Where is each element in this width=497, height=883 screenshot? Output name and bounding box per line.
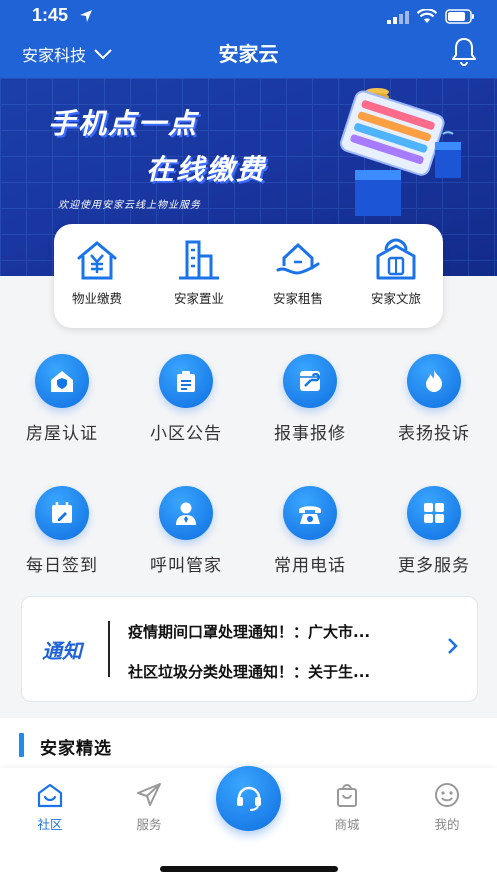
tab-community[interactable]: 社区: [10, 782, 90, 833]
service-more[interactable]: 更多服务: [372, 486, 496, 576]
flame-icon: [407, 354, 461, 408]
tab-label: 服务: [136, 817, 162, 832]
tab-label: 社区: [37, 817, 63, 832]
notification-bell-icon[interactable]: [451, 36, 477, 70]
service-label: 房屋认证: [26, 424, 98, 444]
house-yuan-icon: [52, 238, 142, 282]
tab-service[interactable]: 服务: [109, 782, 189, 833]
top-nav-bar: 安家科技 安家云: [0, 34, 497, 78]
quick-action-label: 安家租售: [272, 291, 323, 306]
service-daily-checkin[interactable]: 每日签到: [0, 486, 124, 576]
service-label: 报事报修: [274, 424, 346, 444]
quick-action-culture-travel[interactable]: 安家文旅: [351, 238, 441, 307]
quick-action-label: 安家置业: [173, 291, 224, 306]
service-praise-complaint[interactable]: 表扬投诉: [372, 354, 496, 444]
service-call-butler[interactable]: 呼叫管家: [124, 486, 248, 576]
service-label: 表扬投诉: [398, 424, 470, 444]
notice-item[interactable]: 疫情期间口罩处理通知！：广大市...: [128, 621, 370, 642]
status-time: 1:45: [32, 5, 69, 25]
butler-icon: [159, 486, 213, 540]
house-hand-icon: [253, 238, 343, 282]
quick-action-label: 安家文旅: [370, 291, 421, 306]
section-title: 安家精选: [40, 739, 112, 759]
service-label: 呼叫管家: [150, 556, 222, 576]
notice-item[interactable]: 社区垃圾分类处理通知！：关于生...: [128, 661, 370, 682]
chevron-right-icon[interactable]: [447, 637, 459, 659]
tab-mall[interactable]: 商城: [307, 782, 387, 833]
service-community-notice[interactable]: 小区公告: [124, 354, 248, 444]
grid-icon: [407, 486, 461, 540]
tab-label: 商城: [334, 817, 360, 832]
phone-illustration: [325, 86, 475, 240]
quick-action-real-estate[interactable]: 安家置业: [154, 238, 244, 307]
smiley-icon: [407, 782, 487, 808]
home-icon: [10, 782, 90, 808]
status-bar: 1:45: [0, 0, 497, 34]
page-title: 安家云: [218, 42, 279, 66]
notice-board-icon: [159, 354, 213, 408]
banner-headline-1: 手机点一点: [48, 107, 199, 140]
quick-action-label: 物业缴费: [71, 291, 122, 306]
customer-service-button[interactable]: [216, 766, 281, 831]
service-label: 每日签到: [26, 556, 98, 576]
service-label: 更多服务: [398, 556, 470, 576]
service-label: 小区公告: [150, 424, 222, 444]
calendar-sign-icon: [35, 486, 89, 540]
house-shield-icon: [35, 354, 89, 408]
service-label: 常用电话: [274, 556, 346, 576]
shopping-bag-icon: [307, 782, 387, 808]
notice-card[interactable]: 通知 疫情期间口罩处理通知！：广大市... 社区垃圾分类处理通知！：关于生...: [21, 596, 478, 702]
paper-plane-icon: [109, 782, 189, 808]
tab-mine[interactable]: 我的: [407, 782, 487, 833]
section-accent-bar: [19, 733, 24, 757]
battery-icon: [445, 9, 475, 28]
quick-action-property-fee[interactable]: 物业缴费: [52, 238, 142, 307]
luggage-icon: [351, 238, 441, 282]
quick-actions-card: 物业缴费 安家置业 安家租售 安家文旅: [54, 224, 443, 328]
tab-label: 我的: [434, 817, 460, 832]
location-arrow-icon: [79, 8, 93, 27]
banner-headline-2: 在线缴费: [146, 153, 267, 186]
banner-subtitle: 欢迎使用安家云线上物业服务: [58, 200, 201, 211]
signal-icon: [387, 9, 409, 28]
notice-badge: 通知: [42, 639, 82, 663]
telephone-icon: [283, 486, 337, 540]
repair-tools-icon: [283, 354, 337, 408]
home-indicator[interactable]: [160, 866, 338, 872]
service-house-certify[interactable]: 房屋认证: [0, 354, 124, 444]
quick-action-rent-sale[interactable]: 安家租售: [253, 238, 343, 307]
buildings-icon: [154, 238, 244, 282]
service-phone-numbers[interactable]: 常用电话: [248, 486, 372, 576]
headset-icon: [232, 780, 266, 818]
wifi-icon: [416, 8, 438, 28]
service-repair[interactable]: 报事报修: [248, 354, 372, 444]
notice-divider: [108, 621, 110, 677]
featured-section-header: 安家精选: [0, 718, 497, 768]
